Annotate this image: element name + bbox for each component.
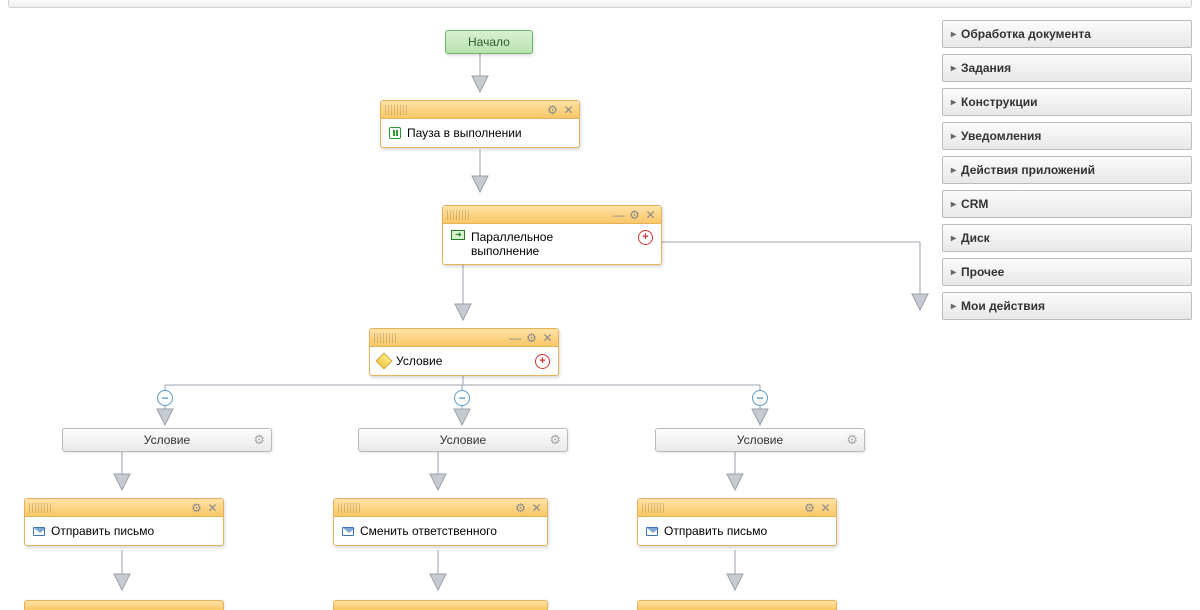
drag-grip-icon[interactable] <box>374 333 396 343</box>
branch-condition-label: Условие <box>144 433 190 447</box>
partial-node[interactable] <box>637 600 837 610</box>
condition-node-body: Условие + <box>370 347 558 375</box>
sidebar-item-my-actions[interactable]: ▸ Мои действия <box>942 292 1192 320</box>
condition-icon <box>376 353 393 370</box>
chevron-right-icon: ▸ <box>951 63 956 74</box>
remove-branch-button[interactable]: − <box>752 390 768 406</box>
pause-node-header[interactable]: ⚙ ✕ <box>381 101 579 119</box>
sidebar-item-label: Задания <box>961 61 1011 75</box>
condition-node-label: Условие <box>396 354 442 368</box>
sidebar-item-other[interactable]: ▸ Прочее <box>942 258 1192 286</box>
drag-grip-icon[interactable] <box>447 210 469 220</box>
close-icon[interactable]: ✕ <box>562 103 575 116</box>
gear-icon[interactable]: ⚙ <box>546 103 559 116</box>
action-send-mail-node-2[interactable]: ⚙ ✕ Отправить письмо <box>637 498 837 546</box>
sidebar-item-disk[interactable]: ▸ Диск <box>942 224 1192 252</box>
gear-icon[interactable]: ⚙ <box>803 501 816 514</box>
branch-condition-label: Условие <box>440 433 486 447</box>
chevron-right-icon: ▸ <box>951 29 956 40</box>
branch-condition-button[interactable]: Условие ⚙ <box>358 428 568 452</box>
action-label: Отправить письмо <box>51 524 154 538</box>
sidebar-item-label: Мои действия <box>961 299 1045 313</box>
sidebar-item-label: CRM <box>961 197 988 211</box>
close-icon[interactable]: ✕ <box>644 208 657 221</box>
top-toolbar-strip <box>8 0 1192 8</box>
parallel-node-header[interactable]: — ⚙ ✕ <box>443 206 661 224</box>
sidebar-item-tasks[interactable]: ▸ Задания <box>942 54 1192 82</box>
condition-node[interactable]: — ⚙ ✕ Условие + <box>369 328 559 376</box>
gear-icon[interactable]: ⚙ <box>846 432 858 448</box>
gear-icon[interactable]: ⚙ <box>514 501 527 514</box>
chevron-right-icon: ▸ <box>951 301 956 312</box>
minimize-icon[interactable]: — <box>612 208 625 221</box>
close-icon[interactable]: ✕ <box>819 501 832 514</box>
mail-icon <box>342 527 354 536</box>
start-node[interactable]: Начало <box>445 30 533 54</box>
chevron-right-icon: ▸ <box>951 165 956 176</box>
parallel-node-label: Параллельное выполнение <box>471 230 601 258</box>
drag-grip-icon[interactable] <box>29 503 51 513</box>
parallel-icon <box>451 230 465 240</box>
node-body: Сменить ответственного <box>334 517 547 545</box>
close-icon[interactable]: ✕ <box>541 331 554 344</box>
sidebar-item-label: Прочее <box>961 265 1004 279</box>
gear-icon[interactable]: ⚙ <box>628 208 641 221</box>
pause-node-label: Пауза в выполнении <box>407 126 522 140</box>
sidebar-item-label: Действия приложений <box>961 163 1095 177</box>
sidebar-item-label: Уведомления <box>961 129 1041 143</box>
remove-branch-button[interactable]: − <box>157 390 173 406</box>
sidebar-item-label: Обработка документа <box>961 27 1091 41</box>
partial-node[interactable] <box>333 600 548 610</box>
drag-grip-icon[interactable] <box>338 503 360 513</box>
action-change-responsible-node[interactable]: ⚙ ✕ Сменить ответственного <box>333 498 548 546</box>
sidebar-item-constructions[interactable]: ▸ Конструкции <box>942 88 1192 116</box>
gear-icon[interactable]: ⚙ <box>525 331 538 344</box>
sidebar-item-app-actions[interactable]: ▸ Действия приложений <box>942 156 1192 184</box>
node-header[interactable]: ⚙ ✕ <box>638 499 836 517</box>
chevron-right-icon: ▸ <box>951 199 956 210</box>
workflow-canvas[interactable]: Начало ⚙ ✕ Пауза в выполнении — ⚙ ✕ Пара… <box>0 10 940 600</box>
node-body: Отправить письмо <box>638 517 836 545</box>
node-body: Отправить письмо <box>25 517 223 545</box>
sidebar-item-notifications[interactable]: ▸ Уведомления <box>942 122 1192 150</box>
sidebar-panel: ▸ Обработка документа ▸ Задания ▸ Конструкц… <box>942 20 1192 320</box>
gear-icon[interactable]: ⚙ <box>549 432 561 448</box>
action-send-mail-node[interactable]: ⚙ ✕ Отправить письмо <box>24 498 224 546</box>
pause-node[interactable]: ⚙ ✕ Пауза в выполнении <box>380 100 580 148</box>
parallel-node-body: Параллельное выполнение + <box>443 224 661 264</box>
branch-condition-label: Условие <box>737 433 783 447</box>
close-icon[interactable]: ✕ <box>530 501 543 514</box>
close-icon[interactable]: ✕ <box>206 501 219 514</box>
action-label: Отправить письмо <box>664 524 767 538</box>
node-header[interactable]: ⚙ ✕ <box>25 499 223 517</box>
condition-node-header[interactable]: — ⚙ ✕ <box>370 329 558 347</box>
minimize-icon[interactable]: — <box>509 331 522 344</box>
chevron-right-icon: ▸ <box>951 233 956 244</box>
remove-branch-button[interactable]: − <box>454 390 470 406</box>
chevron-right-icon: ▸ <box>951 97 956 108</box>
action-label: Сменить ответственного <box>360 524 497 538</box>
add-branch-button[interactable]: + <box>638 230 653 245</box>
branch-condition-button[interactable]: Условие ⚙ <box>62 428 272 452</box>
chevron-right-icon: ▸ <box>951 131 956 142</box>
pause-node-body: Пауза в выполнении <box>381 119 579 147</box>
pause-icon <box>389 127 401 139</box>
partial-node[interactable] <box>24 600 224 610</box>
mail-icon <box>646 527 658 536</box>
drag-grip-icon[interactable] <box>642 503 664 513</box>
drag-grip-icon[interactable] <box>385 105 407 115</box>
mail-icon <box>33 527 45 536</box>
sidebar-item-label: Конструкции <box>961 95 1037 109</box>
branch-condition-button[interactable]: Условие ⚙ <box>655 428 865 452</box>
parallel-node[interactable]: — ⚙ ✕ Параллельное выполнение + <box>442 205 662 265</box>
node-header[interactable]: ⚙ ✕ <box>334 499 547 517</box>
sidebar-item-crm[interactable]: ▸ CRM <box>942 190 1192 218</box>
gear-icon[interactable]: ⚙ <box>253 432 265 448</box>
add-branch-button[interactable]: + <box>535 354 550 369</box>
chevron-right-icon: ▸ <box>951 267 956 278</box>
start-label: Начало <box>468 35 510 49</box>
gear-icon[interactable]: ⚙ <box>190 501 203 514</box>
sidebar-item-label: Диск <box>961 231 990 245</box>
sidebar-item-document-processing[interactable]: ▸ Обработка документа <box>942 20 1192 48</box>
